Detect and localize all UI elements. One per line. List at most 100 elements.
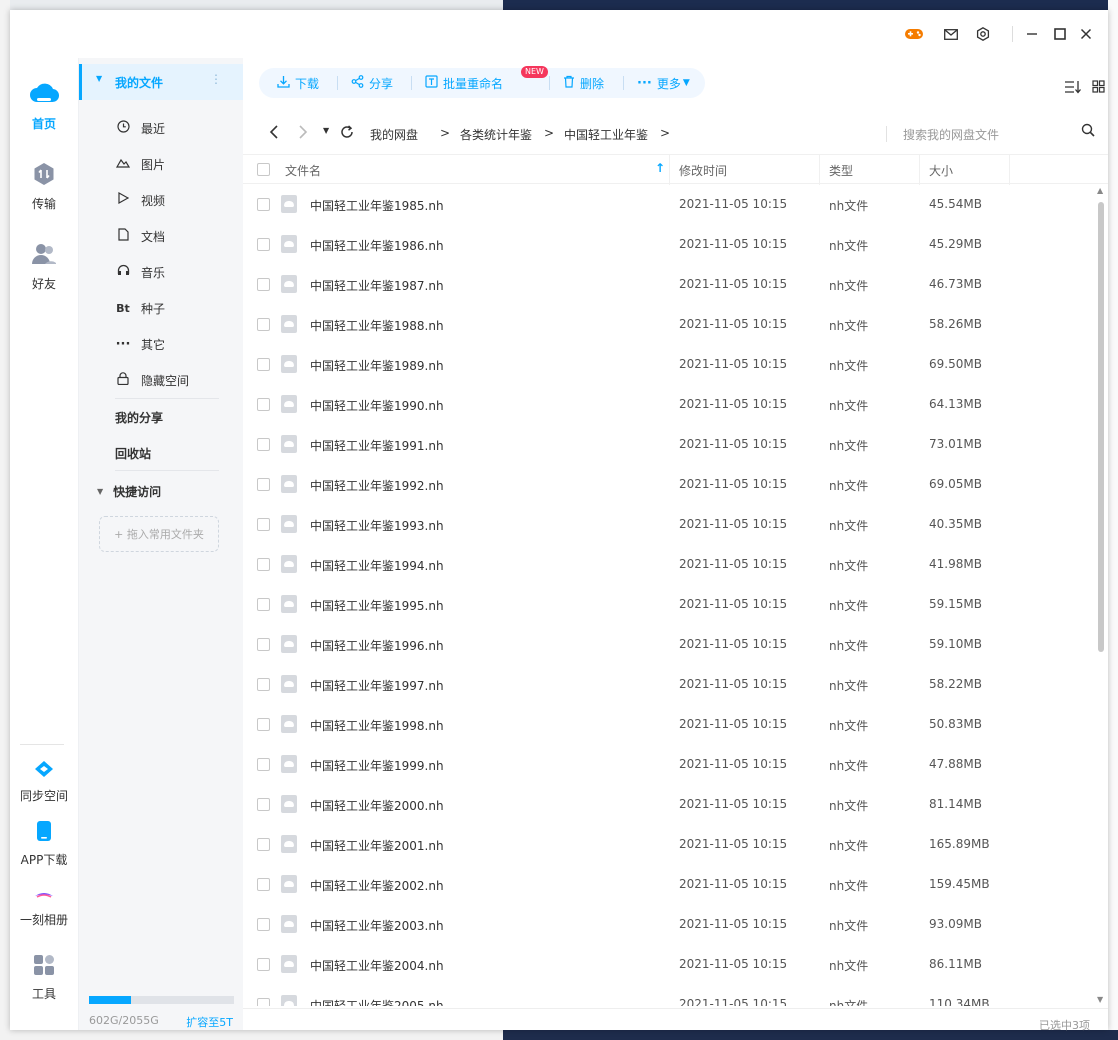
table-row[interactable]: 中国轻工业年鉴1994.nh 2021-11-05 10:15 nh文件 41.98M… — [243, 544, 1093, 584]
sort-ascending-icon[interactable]: ↑ — [655, 161, 665, 175]
search-input[interactable]: 搜索我的网盘文件 — [903, 126, 999, 143]
row-checkbox[interactable] — [257, 358, 270, 371]
table-row[interactable]: 中国轻工业年鉴1998.nh 2021-11-05 10:15 nh文件 50.83M… — [243, 704, 1093, 744]
sidebar-item-torrents[interactable]: Bt 种子 — [79, 290, 244, 326]
drop-folder-zone[interactable]: + 拖入常用文件夹 — [99, 516, 219, 552]
sidebar-item-documents[interactable]: 文档 — [79, 218, 244, 254]
row-checkbox[interactable] — [257, 518, 270, 531]
table-row[interactable]: 中国轻工业年鉴1995.nh 2021-11-05 10:15 nh文件 59.15M… — [243, 584, 1093, 624]
row-checkbox[interactable] — [257, 958, 270, 971]
batch-rename-button[interactable]: 批量重命名 — [425, 68, 503, 98]
row-checkbox[interactable] — [257, 198, 270, 211]
scrollbar-thumb[interactable] — [1098, 202, 1104, 652]
row-checkbox[interactable] — [257, 998, 270, 1006]
table-row[interactable]: 中国轻工业年鉴2002.nh 2021-11-05 10:15 nh文件 159.45… — [243, 864, 1093, 904]
sidebar-item-images[interactable]: 图片 — [79, 146, 244, 182]
table-row[interactable]: 中国轻工业年鉴1997.nh 2021-11-05 10:15 nh文件 58.22M… — [243, 664, 1093, 704]
row-checkbox[interactable] — [257, 838, 270, 851]
scroll-down-icon[interactable]: ▼ — [1097, 995, 1103, 1004]
minimize-icon[interactable] — [1022, 24, 1042, 44]
file-name[interactable]: 中国轻工业年鉴1999.nh — [310, 757, 444, 774]
back-icon[interactable] — [269, 124, 279, 143]
table-row[interactable]: 中国轻工业年鉴1990.nh 2021-11-05 10:15 nh文件 64.13M… — [243, 384, 1093, 424]
table-row[interactable]: 中国轻工业年鉴2000.nh 2021-11-05 10:15 nh文件 81.14M… — [243, 784, 1093, 824]
table-row[interactable]: 中国轻工业年鉴1993.nh 2021-11-05 10:15 nh文件 40.35M… — [243, 504, 1093, 544]
file-name[interactable]: 中国轻工业年鉴1986.nh — [310, 237, 444, 254]
file-name[interactable]: 中国轻工业年鉴1994.nh — [310, 557, 444, 574]
gamepad-icon[interactable] — [904, 24, 924, 44]
table-row[interactable]: 中国轻工业年鉴1986.nh 2021-11-05 10:15 nh文件 45.29M… — [243, 224, 1093, 264]
sidebar-item-other[interactable]: ··· 其它 — [79, 326, 244, 362]
sidebar-item-quick-access[interactable]: ▼ 快捷访问 — [79, 473, 244, 509]
row-checkbox[interactable] — [257, 398, 270, 411]
select-all-checkbox[interactable] — [257, 163, 270, 176]
row-checkbox[interactable] — [257, 798, 270, 811]
file-name[interactable]: 中国轻工业年鉴1997.nh — [310, 677, 444, 694]
maximize-icon[interactable] — [1050, 24, 1070, 44]
scrollbar[interactable]: ▲ ▼ — [1096, 184, 1106, 1006]
sidebar-item-music[interactable]: 音乐 — [79, 254, 244, 290]
table-row[interactable]: 中国轻工业年鉴1992.nh 2021-11-05 10:15 nh文件 69.05M… — [243, 464, 1093, 504]
file-name[interactable]: 中国轻工业年鉴1990.nh — [310, 397, 444, 414]
file-name[interactable]: 中国轻工业年鉴1992.nh — [310, 477, 444, 494]
expand-storage-link[interactable]: 扩容至5T — [186, 1014, 233, 1030]
file-name[interactable]: 中国轻工业年鉴2002.nh — [310, 877, 444, 894]
file-name[interactable]: 中国轻工业年鉴1996.nh — [310, 637, 444, 654]
file-name[interactable]: 中国轻工业年鉴2004.nh — [310, 957, 444, 974]
file-name[interactable]: 中国轻工业年鉴1988.nh — [310, 317, 444, 334]
close-icon[interactable] — [1076, 24, 1096, 44]
more-button[interactable]: ··· 更多 ▼ — [637, 68, 690, 98]
file-name[interactable]: 中国轻工业年鉴1998.nh — [310, 717, 444, 734]
rail-item-app-download[interactable]: APP下载 — [10, 820, 78, 868]
file-name[interactable]: 中国轻工业年鉴1987.nh — [310, 277, 444, 294]
file-name[interactable]: 中国轻工业年鉴1993.nh — [310, 517, 444, 534]
row-checkbox[interactable] — [257, 718, 270, 731]
breadcrumb-item[interactable]: 我的网盘 — [370, 126, 418, 143]
table-row[interactable]: 中国轻工业年鉴1991.nh 2021-11-05 10:15 nh文件 73.01M… — [243, 424, 1093, 464]
grid-view-icon[interactable] — [1092, 80, 1105, 97]
scroll-up-icon[interactable]: ▲ — [1097, 186, 1103, 195]
file-name[interactable]: 中国轻工业年鉴2005.nh — [310, 997, 444, 1006]
file-name[interactable]: 中国轻工业年鉴1991.nh — [310, 437, 444, 454]
sidebar-item-my-files[interactable]: ▼ 我的文件 ⋮ — [79, 64, 244, 100]
sidebar-item-my-share[interactable]: 我的分享 — [79, 399, 244, 435]
column-header-modified[interactable]: 修改时间 — [679, 162, 727, 179]
mail-icon[interactable] — [941, 24, 961, 44]
delete-button[interactable]: 删除 — [563, 68, 604, 98]
rail-item-friends[interactable]: 好友 — [10, 242, 78, 292]
sidebar-item-recent[interactable]: 最近 — [79, 110, 244, 146]
caret-down-icon[interactable]: ▼ — [96, 74, 102, 83]
settings-icon[interactable] — [973, 24, 993, 44]
row-checkbox[interactable] — [257, 918, 270, 931]
table-row[interactable]: 中国轻工业年鉴1989.nh 2021-11-05 10:15 nh文件 69.50M… — [243, 344, 1093, 384]
file-name[interactable]: 中国轻工业年鉴2003.nh — [310, 917, 444, 934]
table-row[interactable]: 中国轻工业年鉴2005.nh 2021-11-05 10:15 nh文件 110.34… — [243, 984, 1093, 1006]
forward-icon[interactable] — [298, 124, 308, 143]
sort-icon[interactable] — [1064, 80, 1081, 98]
table-row[interactable]: 中国轻工业年鉴2001.nh 2021-11-05 10:15 nh文件 165.89… — [243, 824, 1093, 864]
rail-item-album[interactable]: 一刻相册 — [10, 888, 78, 928]
row-checkbox[interactable] — [257, 758, 270, 771]
sidebar-item-hidden-space[interactable]: 隐藏空间 — [79, 362, 244, 398]
table-row[interactable]: 中国轻工业年鉴1987.nh 2021-11-05 10:15 nh文件 46.73M… — [243, 264, 1093, 304]
row-checkbox[interactable] — [257, 478, 270, 491]
row-checkbox[interactable] — [257, 438, 270, 451]
column-header-name[interactable]: 文件名 — [285, 162, 321, 179]
rail-item-home[interactable]: 首页 — [10, 80, 78, 132]
rail-item-sync-space[interactable]: 同步空间 — [10, 760, 78, 804]
history-dropdown-icon[interactable]: ▼ — [323, 126, 329, 135]
table-row[interactable]: 中国轻工业年鉴2003.nh 2021-11-05 10:15 nh文件 93.09M… — [243, 904, 1093, 944]
row-checkbox[interactable] — [257, 638, 270, 651]
rail-item-transfer[interactable]: 传输 — [10, 162, 78, 212]
search-icon[interactable] — [1081, 123, 1095, 140]
breadcrumb-item[interactable]: 中国轻工业年鉴 — [564, 126, 648, 143]
kebab-menu-icon[interactable]: ⋮ — [210, 72, 222, 86]
file-name[interactable]: 中国轻工业年鉴1985.nh — [310, 197, 444, 214]
row-checkbox[interactable] — [257, 278, 270, 291]
column-header-type[interactable]: 类型 — [829, 162, 853, 179]
share-button[interactable]: 分享 — [351, 68, 393, 98]
sidebar-item-recycle-bin[interactable]: 回收站 — [79, 435, 244, 471]
sidebar-item-videos[interactable]: 视频 — [79, 182, 244, 218]
download-button[interactable]: 下载 — [277, 68, 319, 98]
file-name[interactable]: 中国轻工业年鉴1989.nh — [310, 357, 444, 374]
